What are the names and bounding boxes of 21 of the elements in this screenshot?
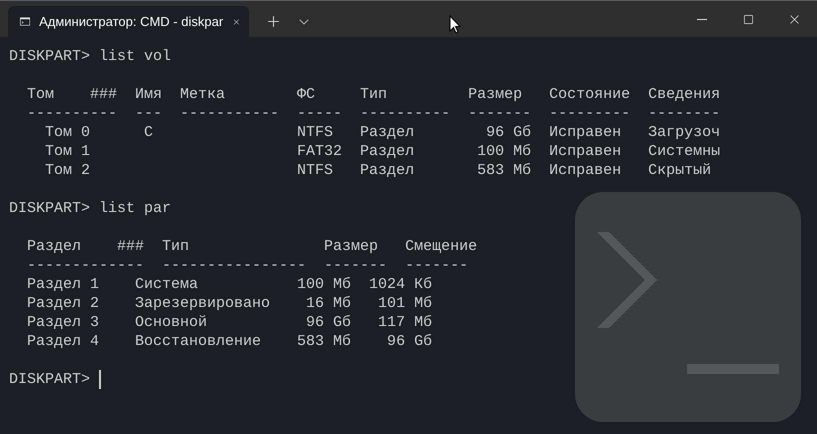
output-line: Том 0 C NTFS Раздел 96 Gб Исправен Загрузоч bbox=[44, 123, 720, 142]
output-line: Раздел 4 Восстановление 583 Мб 96 Gб bbox=[26, 332, 432, 351]
prompt-text: DISKPART> bbox=[9, 370, 90, 389]
new-tab-icon[interactable] bbox=[265, 13, 282, 30]
output-line: Том ### Имя Метка ФС Тип Размер Состояние Сведения bbox=[26, 85, 720, 104]
output-line: Раздел 1 Система 100 Мб 1024 Кб bbox=[26, 275, 432, 294]
output-line: Том 2 NTFS Раздел 583 Мб Исправен Скрытый bbox=[44, 161, 712, 180]
command-line: DISKPART> list vol bbox=[9, 47, 172, 66]
output-line: ------------- ---------------- ------- ------- bbox=[26, 256, 468, 275]
mouse-pointer-icon bbox=[449, 15, 461, 34]
terminal-tab[interactable]: Администратор: CMD - diskpar bbox=[8, 6, 249, 37]
maximize-icon bbox=[742, 14, 754, 24]
command-line: DISKPART> list par bbox=[9, 199, 172, 218]
output-line: Раздел 2 Зарезервировано 16 Мб 101 Мб bbox=[26, 294, 432, 313]
output-line: ---------- --- ----------- ----- ---------- ------- --------- -------- bbox=[26, 104, 720, 123]
minimize-icon bbox=[697, 18, 707, 20]
output-line: Раздел 3 Основной 96 Gб 117 Мб bbox=[26, 313, 432, 332]
output-line: Раздел ### Тип Размер Смещение bbox=[26, 237, 478, 256]
console-icon bbox=[20, 15, 30, 28]
output-line: Том 1 FAT32 Раздел 100 Мб Исправен Системны bbox=[44, 142, 720, 161]
tab-title: Администратор: CMD - diskpar bbox=[39, 12, 224, 31]
